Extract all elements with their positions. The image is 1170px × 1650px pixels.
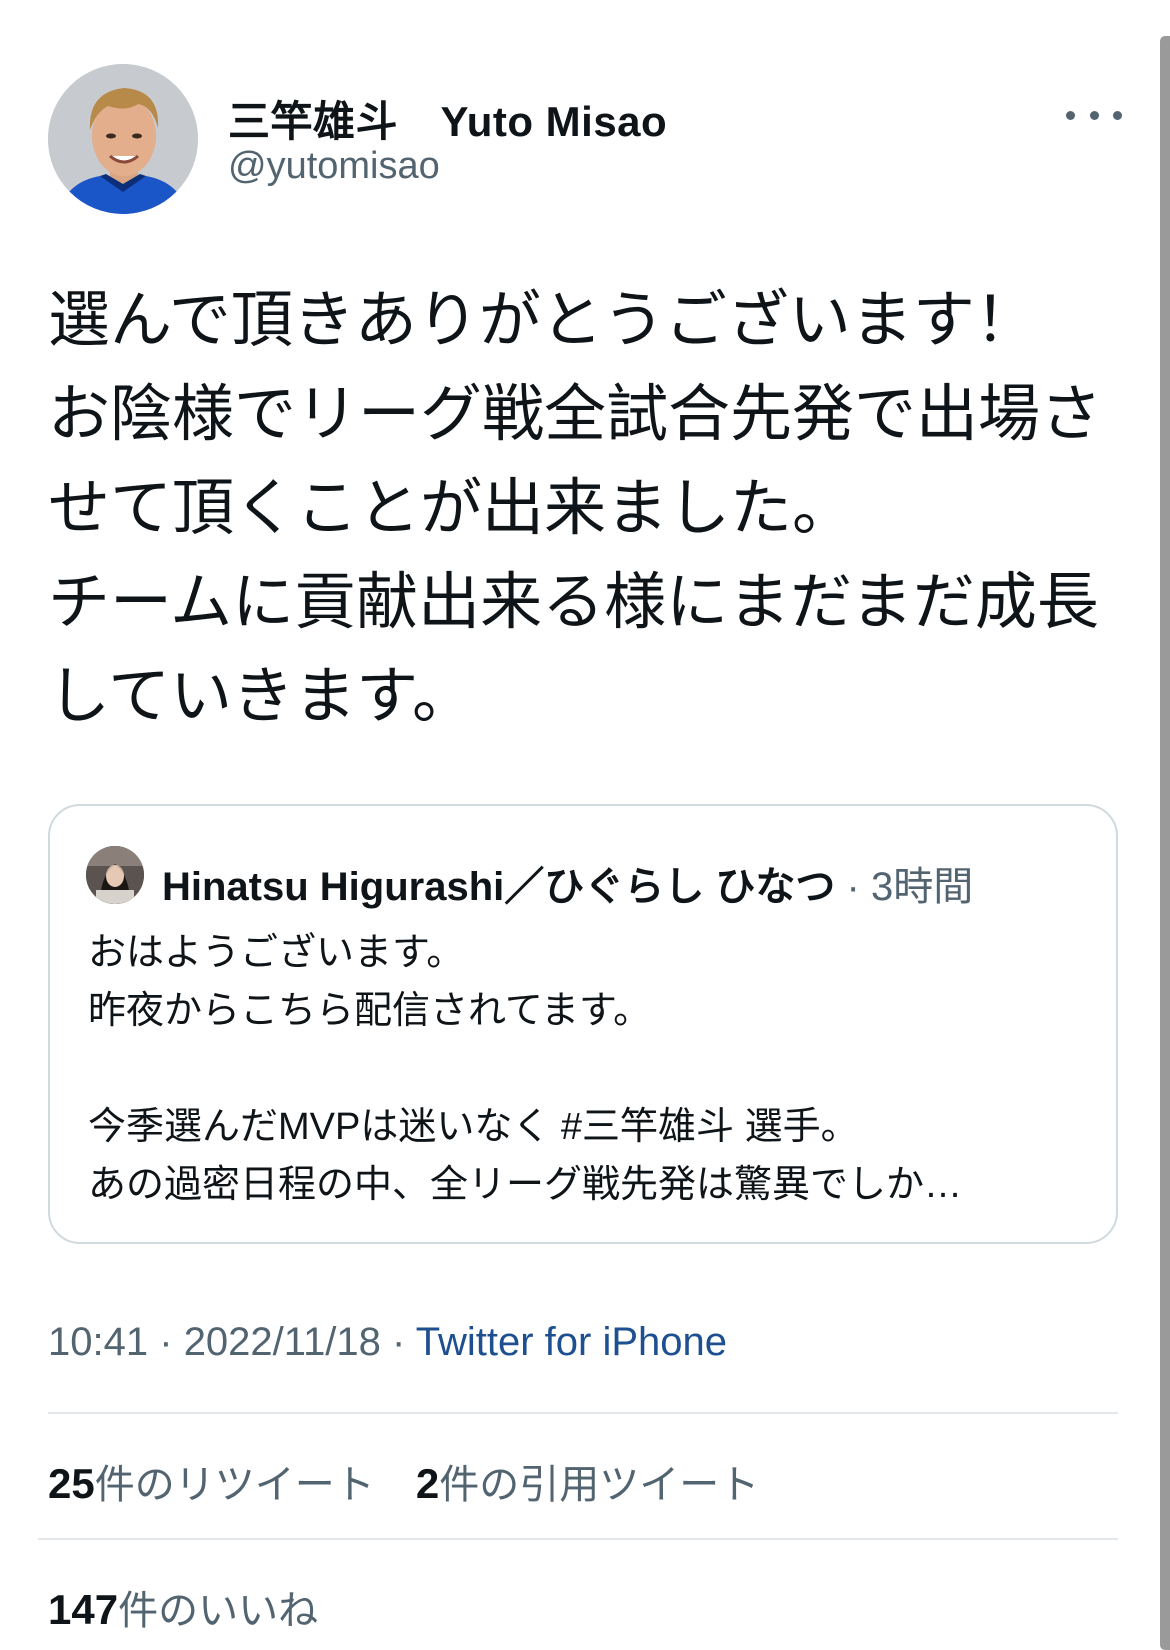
tweet-text-line: 選んで頂きありがとうございます！: [48, 286, 1037, 355]
more-horizontal-icon: [1113, 110, 1122, 120]
separator-dot: ·: [159, 1320, 173, 1364]
quoted-tweet-header: Hinatsu Higurashi／ひぐらし ひなつ · 3時間: [162, 854, 973, 912]
separator-dot: ·: [392, 1320, 406, 1364]
quoted-text-line: おはようございます。: [88, 932, 465, 974]
quoted-separator: ·: [846, 865, 860, 909]
retweets-count: 25: [48, 1460, 95, 1507]
tweet-time[interactable]: 10:41: [48, 1320, 148, 1364]
quoted-tweet-card[interactable]: Hinatsu Higurashi／ひぐらし ひなつ · 3時間 おはようござい…: [48, 804, 1118, 1244]
likes-count: 147: [48, 1586, 119, 1633]
likes-stats-row: 147件のいいね: [48, 1578, 348, 1636]
quote-tweets-count: 2: [415, 1460, 440, 1507]
scrollbar[interactable]: [1160, 36, 1170, 1650]
divider: [48, 1412, 1118, 1414]
more-horizontal-icon: [1066, 110, 1075, 120]
tweet-source-link[interactable]: Twitter for iPhone: [416, 1320, 727, 1364]
quoted-author-name: Hinatsu Higurashi／ひぐらし ひなつ: [162, 865, 836, 909]
quoted-author-avatar-image: [86, 846, 144, 904]
quoted-text-line: 昨夜からこちら配信されてます。: [88, 990, 652, 1032]
author-avatar-image: [48, 64, 198, 214]
tweet-text: 選んで頂きありがとうございます！ お陰様でリーグ戦全試合先発で出場さ せて頂くこ…: [48, 274, 1108, 744]
quoted-timestamp: 3時間: [870, 865, 974, 909]
author-handle[interactable]: @yutomisao: [228, 145, 440, 188]
quoted-tweet-text: おはようございます。 昨夜からこちら配信されてます。 今季選んだMVPは迷いなく…: [88, 924, 962, 1214]
quoted-text-line: あの過密日程の中、全リーグ戦先発は驚異でしか…: [88, 1164, 963, 1206]
likes-stat[interactable]: 147件のいいね: [48, 1586, 319, 1633]
tweet-text-line: していきます。: [48, 662, 474, 731]
tweet-date[interactable]: 2022/11/18: [184, 1320, 381, 1364]
retweet-stats-row: 25件のリツイート 2件の引用ツイート: [48, 1452, 789, 1510]
tweet-text-line: せて頂くことが出来ました。: [48, 474, 855, 543]
quote-tweets-label: 件の引用ツイート: [439, 1463, 760, 1507]
quoted-text-line: 今季選んだMVPは迷いなく #三竿雄斗 選手。: [88, 1106, 859, 1148]
more-horizontal-icon: [1089, 110, 1099, 120]
likes-label: 件のいいね: [118, 1589, 319, 1633]
quoted-text-line: [88, 1040, 962, 1098]
retweets-label: 件のリツイート: [94, 1463, 375, 1507]
more-options-button[interactable]: [1066, 100, 1122, 130]
quoted-author-avatar: [86, 846, 144, 904]
retweets-stat[interactable]: 25件のリツイート: [48, 1460, 375, 1507]
tweet-text-line: チームに貢献出来る様にまだまだ成長: [48, 568, 1099, 637]
tweet-text-line: お陰様でリーグ戦全試合先発で出場さ: [48, 380, 1103, 449]
divider: [38, 1538, 1118, 1540]
author-display-name[interactable]: 三竿雄斗 Yuto Misao: [228, 88, 667, 149]
quote-tweets-stat[interactable]: 2件の引用ツイート: [415, 1460, 760, 1507]
author-avatar[interactable]: [48, 64, 198, 214]
tweet-timestamp-row: 10:41 · 2022/11/18 · Twitter for iPhone: [48, 1320, 727, 1365]
